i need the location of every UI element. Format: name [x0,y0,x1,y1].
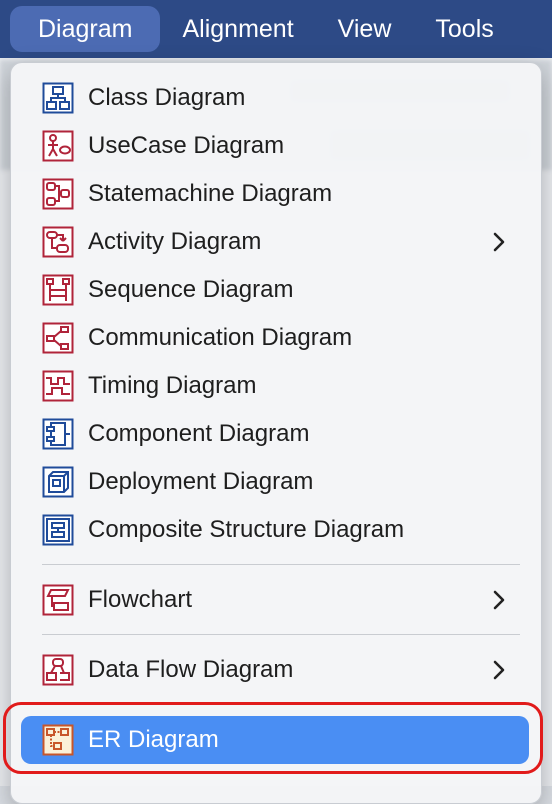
menu-item-label: Data Flow Diagram [88,656,294,683]
menu-item-deployment-diagram[interactable]: Deployment Diagram [11,458,541,506]
sequence-diagram-icon [42,274,74,306]
menu-item-class-diagram[interactable]: Class Diagram [11,74,541,122]
chevron-right-icon [493,660,505,680]
menu-item-label: Class Diagram [88,84,246,111]
diagram-dropdown-menu: Class Diagram UseCase Diagram Statemachi… [10,62,542,804]
menu-item-label: Timing Diagram [88,372,257,399]
data-flow-diagram-icon [42,654,74,686]
menu-item-label: Composite Structure Diagram [88,516,405,543]
communication-diagram-icon [42,322,74,354]
menu-item-timing-diagram[interactable]: Timing Diagram [11,362,541,410]
menu-item-statemachine-diagram[interactable]: Statemachine Diagram [11,170,541,218]
menu-item-label: Component Diagram [88,420,310,447]
menubar-tools[interactable]: Tools [413,6,515,52]
class-diagram-icon [42,82,74,114]
statemachine-diagram-icon [42,178,74,210]
menu-item-composite-structure-diagram[interactable]: Composite Structure Diagram [11,506,541,554]
menu-item-label: Communication Diagram [88,324,353,351]
menu-separator [42,564,520,565]
chevron-right-icon [493,232,505,252]
menu-item-data-flow-diagram[interactable]: Data Flow Diagram [11,646,541,694]
chevron-right-icon [493,590,505,610]
menu-item-component-diagram[interactable]: Component Diagram [11,410,541,458]
deployment-diagram-icon [42,466,74,498]
focus-highlight-ring [3,702,543,774]
menu-item-sequence-diagram[interactable]: Sequence Diagram [11,266,541,314]
menu-item-label: Statemachine Diagram [88,180,333,207]
menu-item-label: Activity Diagram [88,228,262,255]
menu-item-flowchart[interactable]: Flowchart [11,576,541,624]
component-diagram-icon [42,418,74,450]
menubar-diagram[interactable]: Diagram [10,6,161,52]
menu-item-label: Sequence Diagram [88,276,294,303]
menu-item-label: UseCase Diagram [88,132,285,159]
menu-item-communication-diagram[interactable]: Communication Diagram [11,314,541,362]
menu-item-usecase-diagram[interactable]: UseCase Diagram [11,122,541,170]
menu-item-activity-diagram[interactable]: Activity Diagram [11,218,541,266]
menu-item-label: Deployment Diagram [88,468,314,495]
menu-item-label: Flowchart [88,586,193,613]
composite-structure-diagram-icon [42,514,74,546]
flowchart-icon [42,584,74,616]
menu-bar: Diagram Alignment View Tools [0,0,552,58]
timing-diagram-icon [42,370,74,402]
activity-diagram-icon [42,226,74,258]
menubar-alignment[interactable]: Alignment [160,6,315,52]
menubar-view[interactable]: View [316,6,414,52]
usecase-diagram-icon [42,130,74,162]
menu-separator [42,634,520,635]
